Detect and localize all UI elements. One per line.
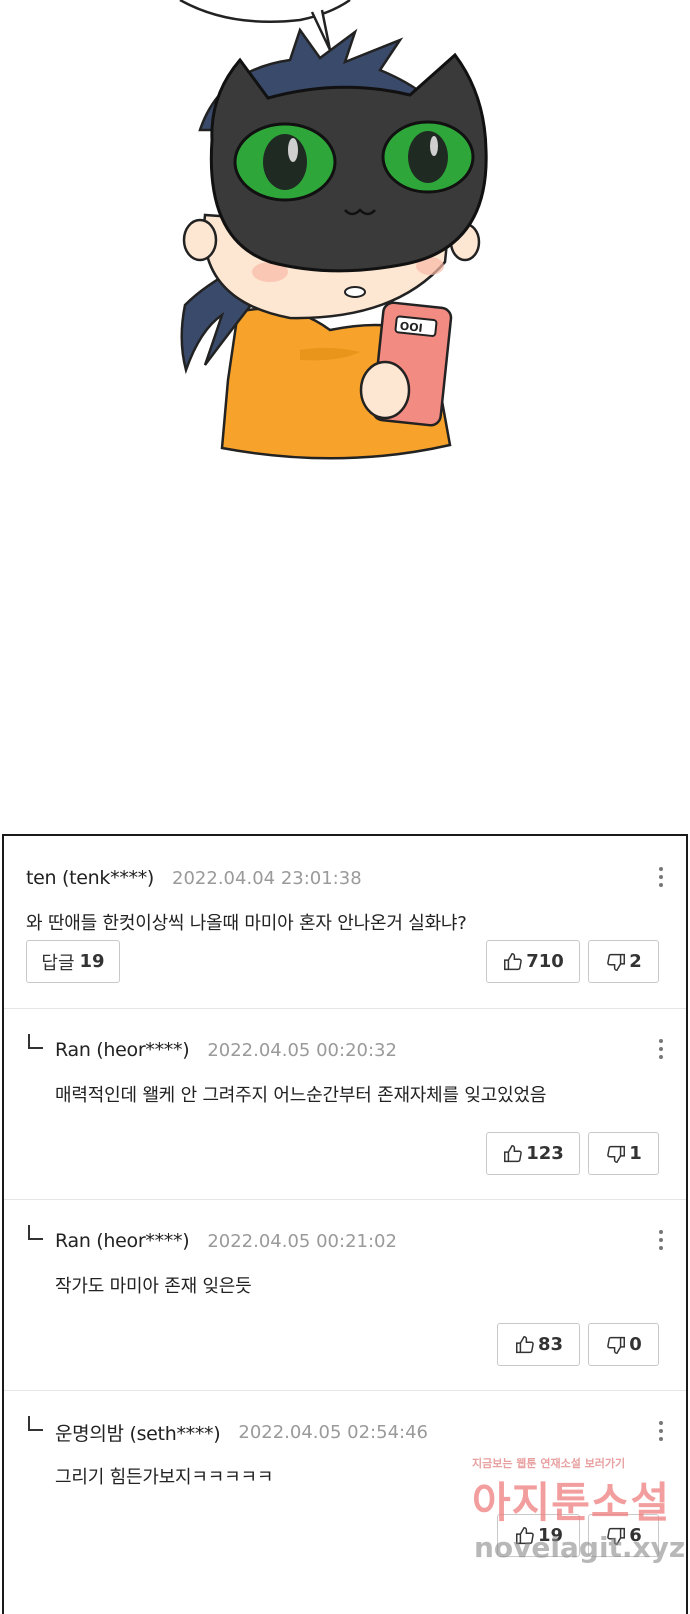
more-vertical-icon[interactable] xyxy=(656,1227,666,1253)
dislike-button[interactable]: 1 xyxy=(588,1132,659,1175)
comment-text: 작가도 마미아 존재 잊은듯 xyxy=(55,1276,252,1297)
comment-text: 와 딴애들 한컷이상씩 나올때 마미아 혼자 안나온거 실화냐? xyxy=(26,913,467,934)
like-button[interactable]: 710 xyxy=(486,940,580,983)
like-button[interactable]: 83 xyxy=(497,1323,580,1366)
comment-author[interactable]: Ran (heor****) xyxy=(55,1230,190,1252)
reply-count: 19 xyxy=(79,951,105,972)
reply-arrow-icon xyxy=(28,1416,43,1431)
like-count: 123 xyxy=(526,1143,564,1164)
dislike-button[interactable]: 2 xyxy=(588,940,659,983)
dislike-button[interactable]: 0 xyxy=(588,1323,659,1366)
like-count: 83 xyxy=(537,1334,564,1355)
more-vertical-icon[interactable] xyxy=(656,1418,666,1444)
comment-text: 그리기 힘든가보지ㅋㅋㅋㅋㅋ xyxy=(55,1467,274,1488)
comment-date: 2022.04.05 00:20:32 xyxy=(207,1039,397,1061)
comment-text: 매력적인데 왤케 안 그려주지 어느순간부터 존재자체를 잊고있었음 xyxy=(55,1085,547,1106)
comment-author[interactable]: 운명의밤 (seth****) xyxy=(55,1419,221,1446)
like-button[interactable]: 19 xyxy=(497,1514,580,1557)
dislike-count: 6 xyxy=(629,1525,642,1546)
dislike-count: 0 xyxy=(629,1334,642,1355)
thumbs-up-icon xyxy=(515,1526,534,1544)
like-count: 19 xyxy=(537,1525,564,1546)
reply-arrow-icon xyxy=(28,1225,43,1240)
reply-button[interactable]: 답글 19 xyxy=(26,940,120,983)
thumbs-down-icon xyxy=(607,953,626,971)
thumbs-down-icon xyxy=(607,1336,626,1354)
comment-author[interactable]: Ran (heor****) xyxy=(55,1039,190,1061)
phone-screen-text: OOI xyxy=(399,320,423,335)
thumbs-down-icon xyxy=(607,1527,626,1545)
thumbs-up-icon xyxy=(504,952,523,970)
more-vertical-icon[interactable] xyxy=(656,1036,666,1062)
dislike-count: 1 xyxy=(629,1143,642,1164)
like-count: 710 xyxy=(526,951,564,972)
reply-item: Ran (heor****) 2022.04.05 00:20:32 매력적인데… xyxy=(4,1008,686,1199)
like-button[interactable]: 123 xyxy=(486,1132,580,1175)
more-vertical-icon[interactable] xyxy=(656,864,666,890)
reply-label: 답글 xyxy=(41,952,75,974)
comment-author[interactable]: ten (tenk****) xyxy=(26,867,154,889)
thumbs-down-icon xyxy=(607,1145,626,1163)
comic-illustration: OOI xyxy=(179,0,488,460)
comment-panel: ten (tenk****) 2022.04.04 23:01:38 와 딴애들… xyxy=(2,834,688,1614)
reply-item: 운명의밤 (seth****) 2022.04.05 02:54:46 그리기 … xyxy=(4,1390,686,1581)
speech-bubble-tail xyxy=(310,9,332,51)
dislike-button[interactable]: 6 xyxy=(588,1514,659,1557)
comment-item: ten (tenk****) 2022.04.04 23:01:38 와 딴애들… xyxy=(4,836,686,1008)
dislike-count: 2 xyxy=(629,951,642,972)
thumbs-up-icon xyxy=(504,1144,523,1162)
reply-arrow-icon xyxy=(28,1034,43,1049)
character-hand xyxy=(359,360,411,420)
reply-item: Ran (heor****) 2022.04.05 00:21:02 작가도 마… xyxy=(4,1199,686,1390)
comment-date: 2022.04.05 00:21:02 xyxy=(207,1230,397,1252)
thumbs-up-icon xyxy=(515,1335,534,1353)
comment-date: 2022.04.04 23:01:38 xyxy=(172,867,362,889)
comment-date: 2022.04.05 02:54:46 xyxy=(238,1421,428,1443)
